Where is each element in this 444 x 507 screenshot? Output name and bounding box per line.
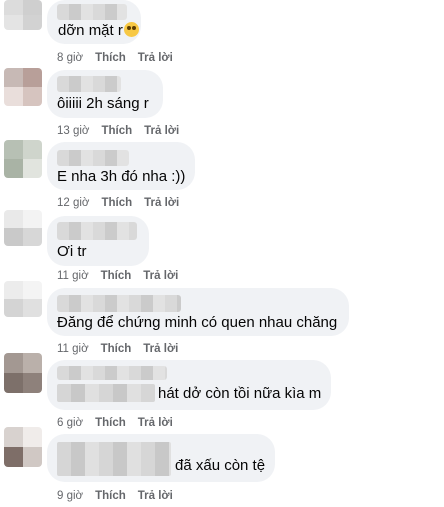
comment-actions: 9 giờ Thích Trả lời — [57, 489, 173, 503]
blurred-name-and-text — [57, 442, 171, 476]
like-button[interactable]: Thích — [101, 342, 132, 356]
like-button[interactable]: Thích — [95, 416, 126, 430]
like-button[interactable]: Thích — [101, 269, 132, 283]
comment-bubble: ôiiiii 2h sáng r — [47, 70, 163, 118]
comment-text: hát dở còn tồi nữa kìa m — [158, 385, 322, 402]
comment-text: đã xấu còn tệ — [175, 457, 266, 474]
like-button[interactable]: Thích — [101, 124, 132, 138]
comment-actions: 12 giờ Thích Trả lời — [57, 196, 179, 210]
comment-actions: 8 giờ Thích Trả lời — [57, 51, 173, 65]
comment-text: E nha 3h đó nha :)) — [57, 168, 186, 185]
comment-text: dỡn mặt r — [58, 22, 123, 39]
avatar[interactable] — [4, 140, 42, 178]
commenter-name[interactable] — [57, 76, 121, 92]
comment-time[interactable]: 8 giờ — [57, 51, 83, 65]
commenter-name[interactable] — [57, 4, 127, 20]
commenter-name[interactable] — [57, 150, 129, 166]
comment-bubble: E nha 3h đó nha :)) — [47, 142, 195, 190]
comment-time[interactable]: 11 giờ — [57, 342, 89, 356]
reply-button[interactable]: Trả lời — [138, 489, 173, 503]
comment-bubble: dỡn mặt r — [47, 0, 141, 44]
avatar[interactable] — [4, 281, 42, 317]
avatar[interactable] — [4, 353, 42, 393]
avatar[interactable] — [4, 210, 42, 246]
blurred-text — [57, 384, 155, 402]
comment-bubble: hát dở còn tồi nữa kìa m — [47, 360, 331, 410]
comment-actions: 6 giờ Thích Trả lời — [57, 416, 173, 430]
like-button[interactable]: Thích — [95, 51, 126, 65]
comment-text: Ơi tr — [57, 243, 87, 260]
reply-button[interactable]: Trả lời — [138, 51, 173, 65]
comment-text: ôiiiii 2h sáng r — [57, 95, 149, 112]
reply-button[interactable]: Trả lời — [144, 196, 179, 210]
avatar[interactable] — [4, 68, 42, 106]
comment-time[interactable]: 11 giờ — [57, 269, 89, 283]
comment-bubble: Đăng để chứng minh có quen nhau chăng — [47, 288, 349, 336]
comment-text: Đăng để chứng minh có quen nhau chăng — [57, 314, 338, 331]
comment-time[interactable]: 13 giờ — [57, 124, 89, 138]
avatar[interactable] — [4, 0, 42, 30]
pleading-face-icon — [123, 22, 139, 37]
comment-time[interactable]: 6 giờ — [57, 416, 83, 430]
like-button[interactable]: Thích — [95, 489, 126, 503]
like-button[interactable]: Thích — [101, 196, 132, 210]
avatar[interactable] — [4, 427, 42, 467]
reply-button[interactable]: Trả lời — [143, 269, 178, 283]
commenter-name[interactable] — [57, 222, 137, 240]
comment-time[interactable]: 12 giờ — [57, 196, 89, 210]
reply-button[interactable]: Trả lời — [144, 124, 179, 138]
comment-actions: 11 giờ Thích Trả lời — [57, 342, 178, 356]
comment-time[interactable]: 9 giờ — [57, 489, 83, 503]
comment-bubble: đã xấu còn tệ — [47, 434, 275, 482]
comment-actions: 11 giờ Thích Trả lời — [57, 269, 178, 283]
commenter-name[interactable] — [57, 366, 167, 380]
comment-actions: 13 giờ Thích Trả lời — [57, 124, 179, 138]
reply-button[interactable]: Trả lời — [143, 342, 178, 356]
commenter-name[interactable] — [57, 295, 181, 312]
comment-bubble: Ơi tr — [47, 216, 149, 266]
reply-button[interactable]: Trả lời — [138, 416, 173, 430]
